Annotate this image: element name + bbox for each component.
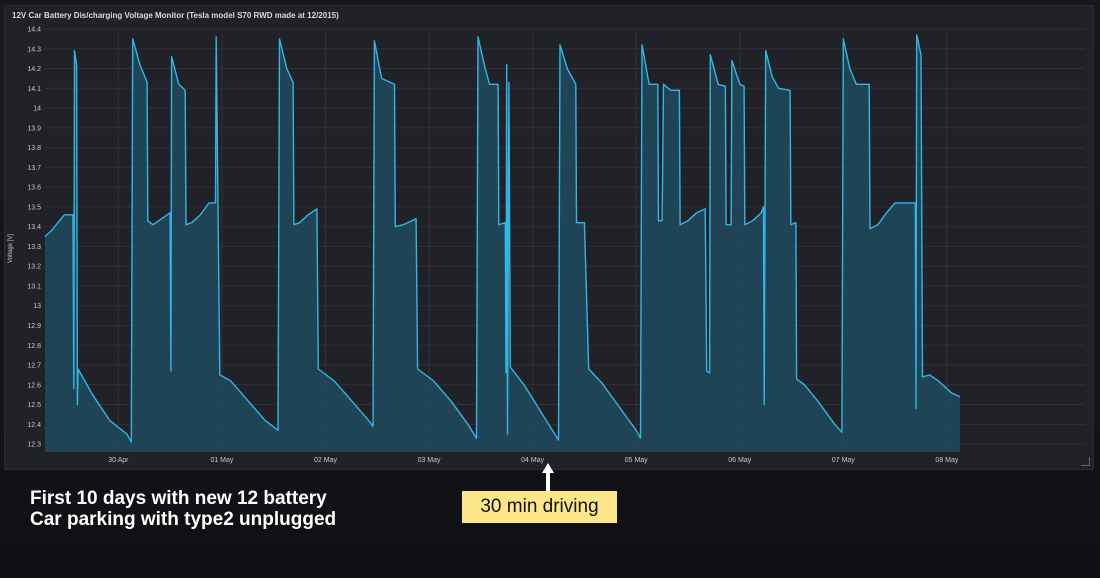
y-tick-label: 14.2 — [27, 66, 41, 73]
y-tick-label: 12.3 — [27, 442, 41, 449]
arrow-up-icon — [542, 463, 554, 492]
caption-line-1: First 10 days with new 12 battery — [30, 488, 327, 509]
y-tick-label: 14.1 — [27, 86, 41, 93]
y-tick-label: 13.7 — [27, 165, 41, 172]
y-tick-label: 14.4 — [27, 27, 41, 34]
y-tick-label: 14.3 — [27, 46, 41, 53]
caption-line-2: Car parking with type2 unplugged — [30, 509, 337, 530]
y-tick-label: 13.2 — [27, 264, 41, 271]
x-tick-label: 03 May — [418, 457, 441, 464]
y-tick-label: 13.3 — [27, 244, 41, 251]
y-tick-label: 12.5 — [27, 402, 41, 409]
y-tick-label: 13.1 — [27, 283, 41, 290]
y-tick-label: 13.8 — [27, 145, 41, 152]
y-tick-label: 12.4 — [27, 422, 41, 429]
x-tick-label: 01 May — [210, 457, 233, 464]
y-tick-label: 14 — [33, 106, 41, 113]
y-tick-label: 13.5 — [27, 204, 41, 211]
voltage-chart[interactable]: 12.3 12.4 12.5 12.6 12.7 12.8 12.9 13 13.1 13.2 13… — [5, 6, 1095, 471]
resize-handle-icon[interactable] — [1081, 457, 1090, 466]
x-tick-label: 30 Apr — [108, 457, 129, 464]
x-tick-label: 02 May — [314, 457, 337, 464]
x-tick-label: 06 May — [728, 457, 751, 464]
chart-panel: 12V Car Battery Dis/charging Voltage Mon… — [4, 5, 1094, 470]
y-tick-label: 13.6 — [27, 185, 41, 192]
x-tick-label: 05 May — [625, 457, 648, 464]
y-tick-label: 12.6 — [27, 382, 41, 389]
x-tick-label: 08 May — [935, 457, 958, 464]
x-tick-label: 07 May — [832, 457, 855, 464]
y-tick-label: 12.9 — [27, 323, 41, 330]
caption: First 10 days with new 12 battery Car pa… — [30, 488, 336, 530]
y-tick-label: 13.9 — [27, 125, 41, 132]
driving-callout: 30 min driving — [462, 491, 617, 523]
y-axis-label: Voltage [V] — [8, 233, 14, 263]
y-tick-label: 13.4 — [27, 224, 41, 231]
y-tick-label: 13 — [33, 303, 41, 310]
y-tick-label: 12.7 — [27, 363, 41, 370]
y-tick-label: 12.8 — [27, 343, 41, 350]
